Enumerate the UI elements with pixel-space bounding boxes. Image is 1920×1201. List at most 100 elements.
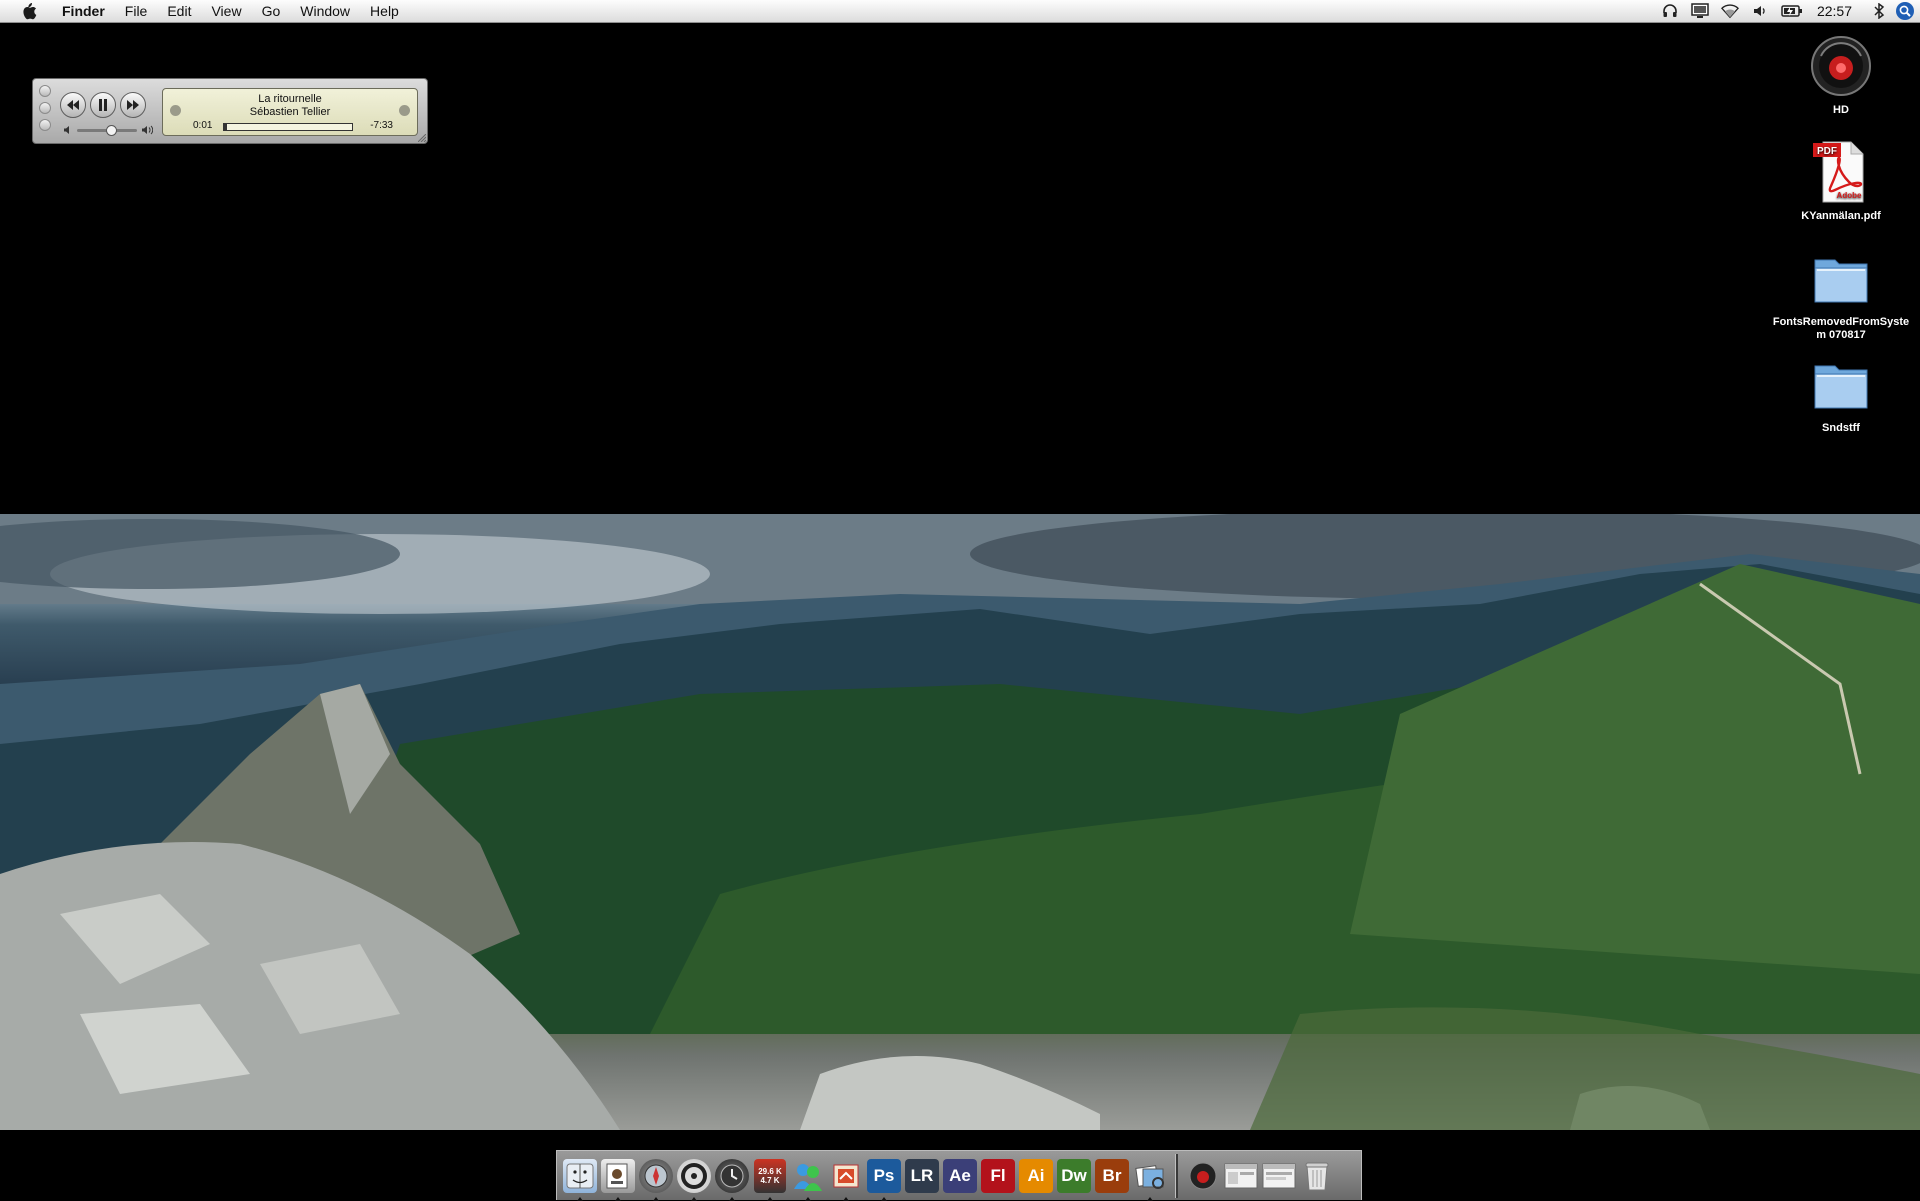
track-artist: Sébastien Tellier (249, 106, 331, 118)
dock-after-effects[interactable]: Ae (942, 1156, 978, 1196)
lightroom-icon: LR (905, 1158, 939, 1193)
headphones-icon[interactable] (1661, 2, 1679, 20)
dock-itunes[interactable] (676, 1156, 712, 1201)
dock-minimized-window-1[interactable] (1223, 1156, 1259, 1196)
rewind-icon (67, 100, 79, 110)
lcd-display: La ritournelle Sébastien Tellier 0:01 -7… (162, 88, 418, 136)
progress-fill (224, 124, 227, 130)
dock-illustrator[interactable]: Ai (1018, 1156, 1054, 1196)
zoom-button[interactable] (39, 119, 51, 131)
volume-slider[interactable] (77, 124, 137, 136)
resize-grip-icon[interactable] (418, 134, 426, 142)
preview-icon (601, 1158, 635, 1193)
clock-icon (715, 1158, 749, 1193)
previous-track-button[interactable] (60, 92, 86, 118)
dock-bridge[interactable]: Br (1094, 1156, 1130, 1196)
dock-finder[interactable] (562, 1156, 598, 1201)
hard-drive-icon (1809, 34, 1873, 98)
menu-bar: Finder File Edit View Go Window Help 22:… (0, 0, 1920, 23)
desktop-icon-pdf[interactable]: PDF Adobe KYanmälan.pdf (1766, 140, 1916, 223)
dock: 29.6 K 4.7 K Ps LR Ae Fl Ai Dw Br (556, 1150, 1362, 1201)
itunes-mini-player[interactable]: La ritournelle Sébastien Tellier 0:01 -7… (32, 78, 428, 144)
pause-icon (99, 99, 107, 111)
dock-preview[interactable] (600, 1156, 636, 1201)
menu-file[interactable]: File (115, 0, 158, 22)
window-buttons (39, 85, 51, 131)
desktop-icon-fonts-folder[interactable]: FontsRemovedFromSystem 070817 (1766, 246, 1916, 342)
network-down-rate: 29.6 K (758, 1166, 782, 1176)
flash-icon: Fl (981, 1158, 1015, 1193)
menu-view[interactable]: View (201, 0, 251, 22)
stamp-icon (829, 1159, 863, 1193)
finder-icon (563, 1158, 597, 1193)
dock-separator (1175, 1153, 1178, 1198)
dock-flash[interactable]: Fl (980, 1156, 1016, 1196)
lcd-mode-toggle-icon[interactable] (399, 105, 410, 116)
minimize-button[interactable] (39, 102, 51, 114)
adobe-brand-text: Adobe (1837, 191, 1862, 200)
dock-dreamweaver[interactable]: Dw (1056, 1156, 1092, 1196)
cd-icon (677, 1158, 711, 1193)
pdf-document-icon: PDF Adobe (1809, 140, 1873, 204)
battery-icon[interactable] (1781, 2, 1803, 20)
dock-safari[interactable] (638, 1156, 674, 1201)
dock-mail[interactable] (828, 1156, 864, 1201)
volume-control (63, 124, 155, 136)
dock-messenger[interactable] (790, 1156, 826, 1201)
progress-bar[interactable] (223, 123, 353, 131)
volume-icon[interactable] (1751, 2, 1769, 20)
bridge-icon: Br (1095, 1158, 1129, 1193)
menu-finder[interactable]: Finder (52, 0, 115, 22)
dock-hd-stack[interactable] (1185, 1156, 1221, 1196)
desktop-icon-sndstff-folder[interactable]: Sndstff (1766, 352, 1916, 435)
dock-time-machine[interactable] (714, 1156, 750, 1201)
display-icon[interactable] (1691, 2, 1709, 20)
desktop-icon-hd[interactable]: HD (1766, 34, 1916, 117)
remaining-time: -7:33 (370, 120, 393, 131)
desktop-icon-label: FontsRemovedFromSystem 070817 (1772, 316, 1910, 341)
desktop-icon-label: KYanmälan.pdf (1801, 210, 1881, 222)
elapsed-time: 0:01 (193, 120, 213, 131)
folder-icon (1809, 246, 1873, 310)
bluetooth-icon[interactable] (1870, 2, 1888, 20)
volume-slider-knob[interactable] (105, 124, 117, 136)
dock-lightroom[interactable]: LR (904, 1156, 940, 1196)
window-thumbnail-icon (1224, 1159, 1258, 1193)
menu-window[interactable]: Window (290, 0, 360, 22)
wifi-icon[interactable] (1720, 2, 1739, 20)
fast-forward-icon (127, 100, 139, 110)
folder-icon (1809, 352, 1873, 416)
network-up-rate: 4.7 K (760, 1175, 780, 1185)
dock-network-monitor[interactable]: 29.6 K 4.7 K (752, 1156, 788, 1201)
dock-trash[interactable] (1299, 1156, 1335, 1196)
hard-drive-icon (1186, 1159, 1220, 1193)
trash-icon (1300, 1159, 1334, 1193)
menu-go[interactable]: Go (252, 0, 291, 22)
illustrator-icon: Ai (1019, 1158, 1053, 1193)
volume-high-icon (142, 125, 153, 135)
menu-help[interactable]: Help (360, 0, 409, 22)
menu-extras: 22:57 (1655, 0, 1920, 22)
after-effects-icon: Ae (943, 1158, 977, 1193)
desktop-icon-label: Sndstff (1822, 422, 1860, 434)
menu-edit[interactable]: Edit (157, 0, 201, 22)
window-thumbnail-icon (1262, 1159, 1296, 1193)
dreamweaver-icon: Dw (1057, 1158, 1091, 1193)
close-button[interactable] (39, 85, 51, 97)
pdf-badge-text: PDF (1817, 146, 1837, 157)
apple-menu-icon[interactable] (18, 1, 40, 21)
menu-clock[interactable]: 22:57 (1817, 3, 1852, 19)
pause-button[interactable] (90, 92, 116, 118)
dock-minimized-window-2[interactable] (1261, 1156, 1297, 1196)
dock-preview-app[interactable] (1132, 1156, 1168, 1201)
spotlight-icon[interactable] (1894, 0, 1916, 22)
dock-photoshop[interactable]: Ps (866, 1156, 902, 1201)
photoshop-icon: Ps (867, 1158, 901, 1193)
track-title: La ritournelle (258, 93, 322, 105)
desktop-wallpaper (0, 514, 1920, 1130)
desktop-icon-label: HD (1833, 104, 1849, 116)
preview-photos-icon (1133, 1159, 1167, 1193)
compass-icon (639, 1158, 673, 1193)
messenger-buddies-icon (791, 1159, 825, 1193)
next-track-button[interactable] (120, 92, 146, 118)
